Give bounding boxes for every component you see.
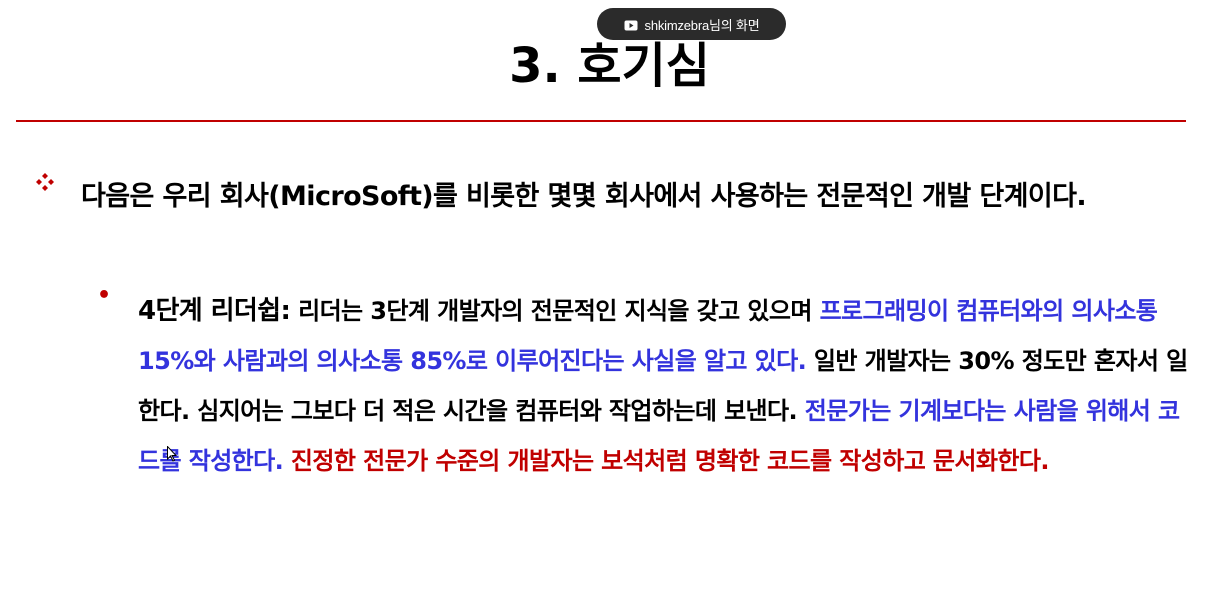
slide-title: 3. 호기심 bbox=[509, 38, 710, 94]
text-run-black-3 bbox=[283, 447, 291, 475]
bullet-text-leadership: 4단계 리더쉽: 리더는 3단계 개발자의 전문적인 지식을 갖고 있으며 프로… bbox=[138, 286, 1188, 486]
title-divider bbox=[16, 120, 1186, 122]
diamond-bullet-icon bbox=[35, 172, 55, 192]
leadership-heading: 4단계 리더쉽: bbox=[138, 296, 291, 326]
text-run-red: 진정한 전문가 수준의 개발자는 보석처럼 명확한 코드를 작성하고 문서화한다… bbox=[290, 447, 1050, 475]
bullet-marker: • bbox=[97, 283, 112, 308]
screen-share-label: shkimzebra님의 화면 bbox=[644, 17, 760, 33]
text-run-black-1: 리더는 3단계 개발자의 전문적인 지식을 갖고 있으며 bbox=[290, 297, 820, 325]
bullet-text-intro: 다음은 우리 회사(MicroSoft)를 비롯한 몇몇 회사에서 사용하는 전… bbox=[81, 181, 1087, 212]
screen-share-icon bbox=[624, 19, 638, 30]
mouse-cursor-icon bbox=[167, 445, 178, 462]
